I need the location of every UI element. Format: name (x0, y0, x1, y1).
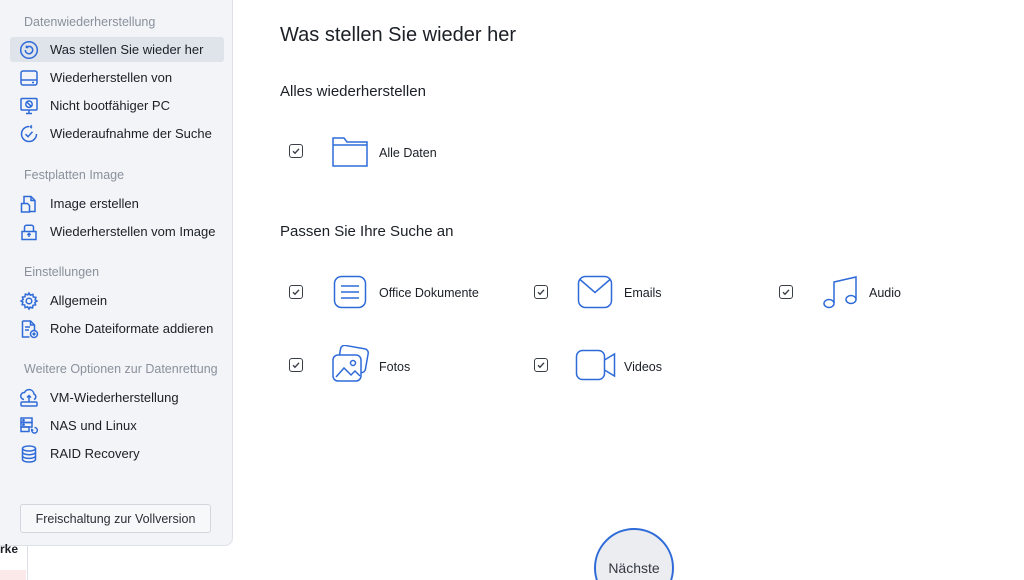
mail-icon (577, 275, 613, 309)
restore-icon (19, 40, 39, 60)
page-title: Was stellen Sie wieder her (280, 24, 517, 46)
photos-icon (330, 345, 370, 385)
sidebar-item-wiederaufnahme-der-suche[interactable]: Wiederaufnahme der Suche (10, 121, 224, 146)
checkbox-videos[interactable] (534, 358, 548, 372)
sidebar-item-nicht-bootfaehiger-pc[interactable]: Nicht bootfähiger PC (10, 93, 224, 118)
unlock-full-version-button[interactable]: Freischaltung zur Vollversion (20, 504, 211, 533)
sidebar-item-vm-wiederherstellung[interactable]: VM-Wiederherstellung (10, 385, 224, 410)
label-fotos: Fotos (379, 360, 411, 374)
sidebar-item-allgemein[interactable]: Allgemein (10, 288, 224, 313)
sidebar-item-label: VM-Wiederherstellung (50, 390, 179, 405)
sidebar-item-nas-und-linux[interactable]: NAS und Linux (10, 413, 224, 438)
monitor-blocked-icon (19, 96, 39, 116)
checkbox-audio[interactable] (779, 285, 793, 299)
sidebar-item-wiederherstellen-von[interactable]: Wiederherstellen von (10, 65, 224, 90)
label-audio: Audio (869, 286, 901, 300)
gear-icon (19, 291, 39, 311)
label-office-dokumente: Office Dokumente (379, 286, 479, 300)
stub-text: rke (0, 542, 19, 556)
sidebar-item-label: Allgemein (50, 293, 108, 308)
vm-restore-icon (19, 388, 39, 408)
checkbox-emails[interactable] (534, 285, 548, 299)
label-alle-daten: Alle Daten (379, 146, 437, 160)
drive-icon (19, 68, 39, 88)
sidebar-item-label: Was stellen Sie wieder her (50, 42, 204, 57)
sidebar-item-label: Rohe Dateiformate addieren (50, 321, 214, 336)
video-icon (575, 349, 617, 381)
group-title-alles-wiederherstellen: Alles wiederherstellen (280, 83, 426, 100)
sidebar-item-label: Nicht bootfähiger PC (50, 98, 170, 113)
sidebar-item-label: Wiederaufnahme der Suche (50, 126, 212, 141)
nas-icon (19, 416, 39, 436)
section-title-festplatten-image: Festplatten Image (24, 168, 125, 182)
section-title-datenwiederherstellung: Datenwiederherstellung (24, 15, 156, 29)
sidebar-item-label: Wiederherstellen vom Image (50, 224, 216, 239)
image-create-icon (19, 194, 39, 214)
sidebar-item-rohe-dateiformate-addieren[interactable]: Rohe Dateiformate addieren (10, 316, 224, 341)
label-videos: Videos (624, 360, 662, 374)
sidebar-item-label: NAS und Linux (50, 418, 137, 433)
sidebar-item-label: Wiederherstellen von (50, 70, 173, 85)
image-restore-icon (19, 222, 39, 242)
stub-highlight (0, 570, 26, 580)
document-icon (333, 275, 367, 309)
checkbox-alle-daten[interactable] (289, 144, 303, 158)
sidebar-item-wiederherstellen-vom-image[interactable]: Wiederherstellen vom Image (10, 219, 224, 244)
checkbox-office-dokumente[interactable] (289, 285, 303, 299)
music-icon (822, 274, 858, 310)
sidebar: Datenwiederherstellung Was stellen Sie w… (0, 0, 233, 546)
group-title-passen-sie-ihre-suche-an: Passen Sie Ihre Suche an (280, 223, 454, 240)
file-add-icon (19, 319, 39, 339)
next-button[interactable]: Nächste (594, 528, 674, 580)
background-window-stub: rke (0, 542, 28, 580)
checkbox-fotos[interactable] (289, 358, 303, 372)
folder-icon (331, 134, 369, 168)
database-icon (19, 444, 39, 464)
resume-check-icon (19, 124, 39, 144)
section-title-weitere-optionen: Weitere Optionen zur Datenrettung (24, 362, 218, 376)
label-emails: Emails (624, 286, 662, 300)
sidebar-item-image-erstellen[interactable]: Image erstellen (10, 191, 224, 216)
sidebar-item-was-stellen-sie-wieder-her[interactable]: Was stellen Sie wieder her (10, 37, 224, 62)
sidebar-item-label: RAID Recovery (50, 446, 140, 461)
sidebar-item-label: Image erstellen (50, 196, 139, 211)
sidebar-item-raid-recovery[interactable]: RAID Recovery (10, 441, 224, 466)
section-title-einstellungen: Einstellungen (24, 265, 100, 279)
